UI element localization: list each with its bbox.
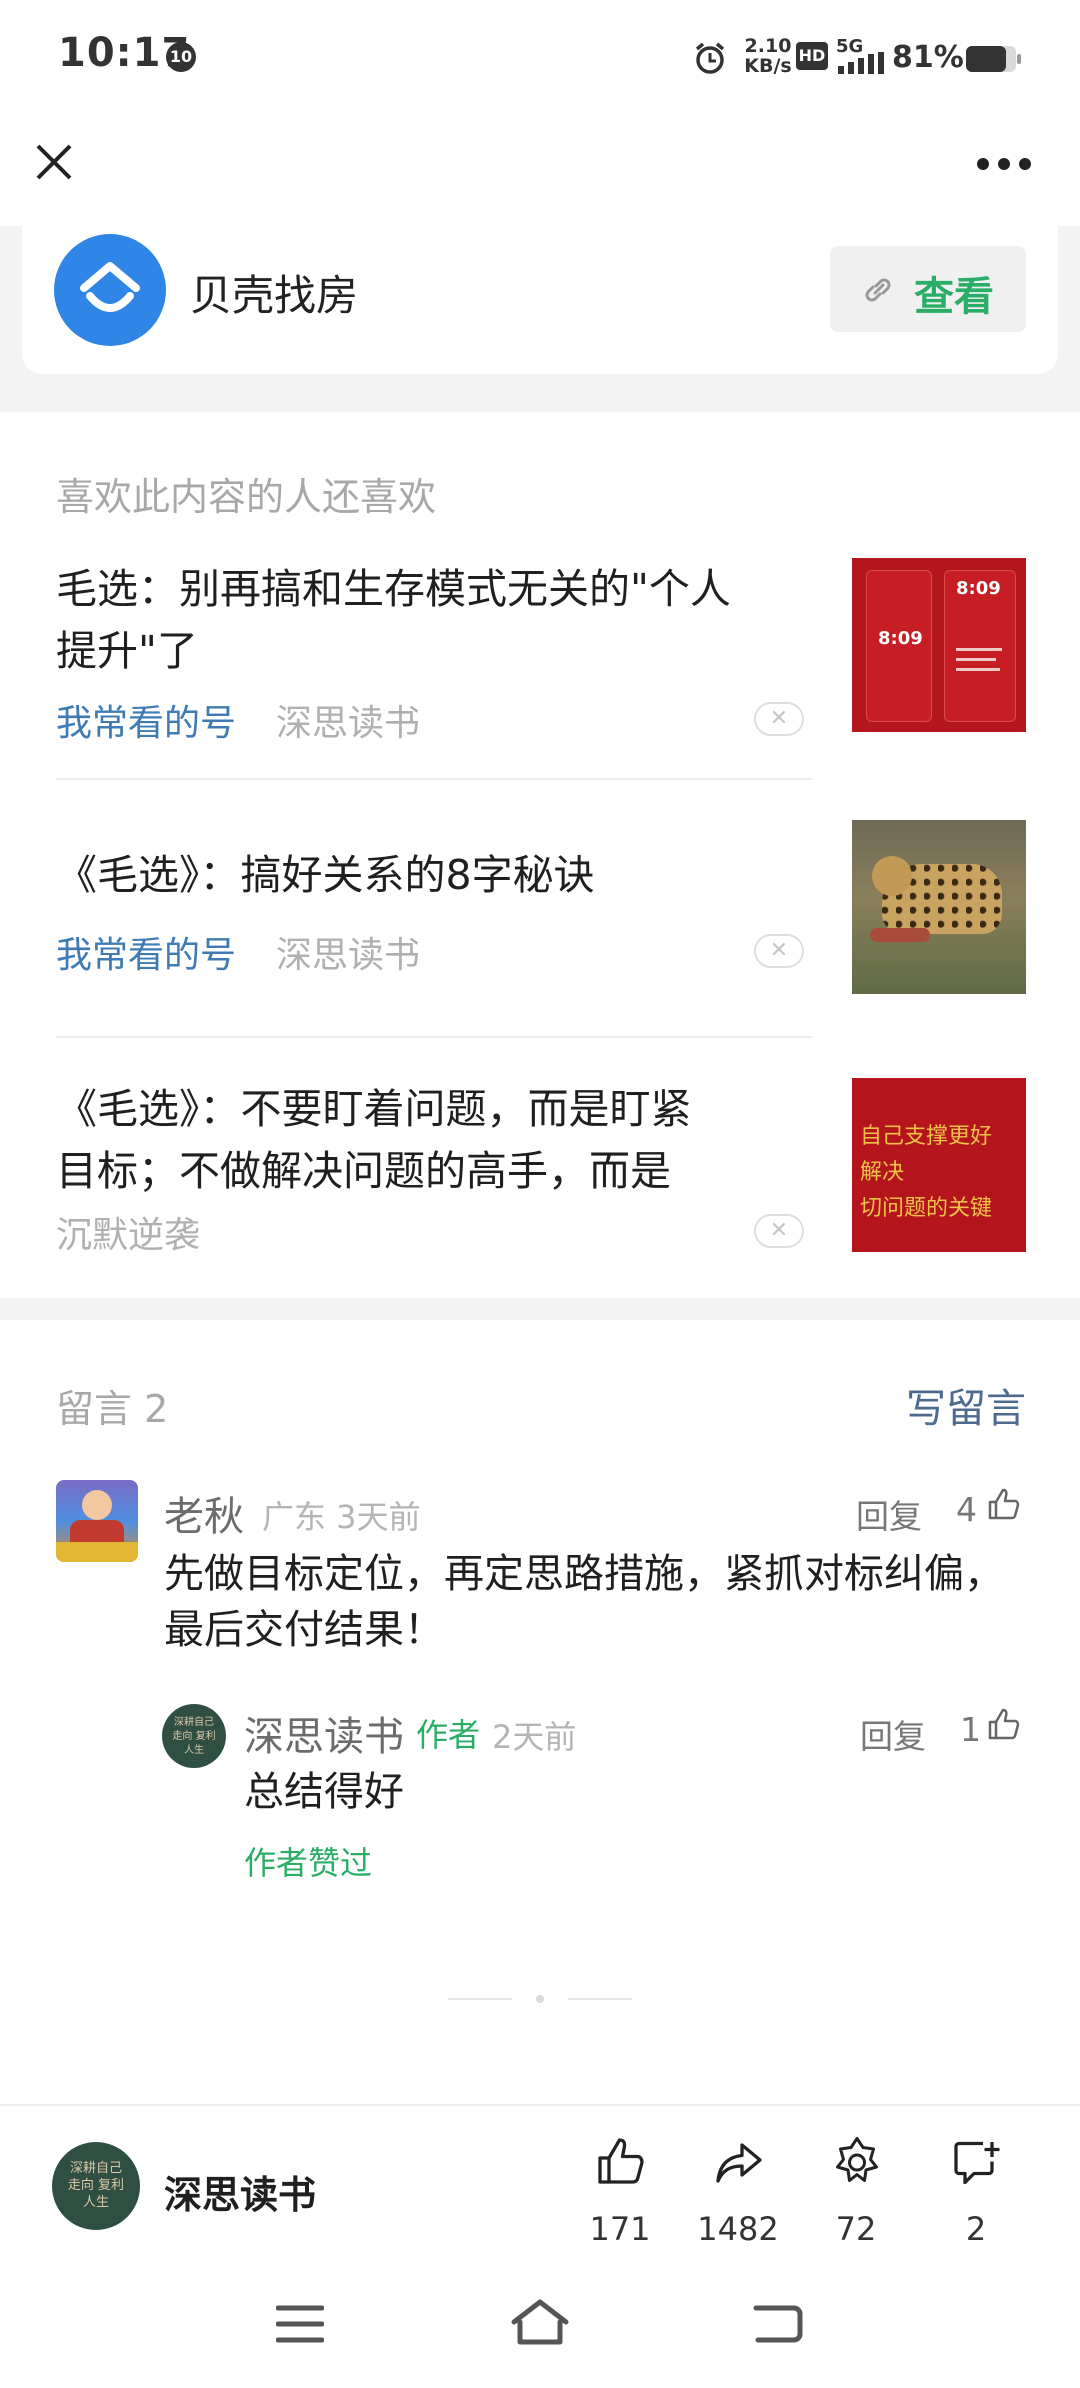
comment-text: 先做目标定位，再定思路措施，紧抓对标纠偏，: [164, 1551, 1004, 1597]
wow-count: 72: [835, 2210, 877, 2248]
battery-icon: [966, 46, 1022, 76]
reply-meta: 2天前: [492, 1718, 577, 1756]
thumb-up-icon: [986, 1706, 1022, 1746]
article-title: 目标；不做解决问题的高手，而是: [56, 1147, 671, 1195]
comment-button[interactable]: 2: [916, 2126, 1036, 2256]
recommended-article[interactable]: 《毛选》：不要盯着问题，而是盯紧 目标；不做解决问题的高手，而是 沉默逆袭 ✕ …: [56, 1078, 1026, 1256]
article-thumbnail: 自己支撑更好 解决 切问题的关键: [852, 1078, 1026, 1252]
share-button[interactable]: 1482: [678, 2126, 798, 2256]
write-comment-button[interactable]: 写留言: [906, 1376, 1026, 1434]
share-icon: [712, 2136, 766, 2194]
recommendations-title: 喜欢此内容的人还喜欢: [56, 475, 437, 519]
comment-text: 最后交付结果！: [164, 1607, 444, 1653]
dismiss-button[interactable]: ✕: [754, 934, 804, 968]
article-source: 深思读书: [276, 703, 421, 744]
mini-program-card[interactable]: 贝壳找房 查看: [22, 226, 1058, 374]
view-label: 查看: [914, 274, 994, 320]
battery-percent: 81%: [892, 40, 964, 75]
top-nav-bar: [0, 110, 1080, 226]
reply-author-name: 深思读书: [244, 1714, 404, 1760]
comment-meta: 广东 3天前: [262, 1498, 421, 1536]
comment-count: 2: [965, 2210, 987, 2248]
close-icon[interactable]: [32, 140, 76, 184]
wow-button[interactable]: 72: [796, 2126, 916, 2256]
more-icon[interactable]: [976, 156, 1032, 175]
notification-badge-icon: 10: [166, 42, 196, 72]
share-count: 1482: [697, 2210, 779, 2248]
view-button[interactable]: 查看: [830, 246, 1026, 332]
end-of-list-indicator: [448, 1994, 632, 2004]
dismiss-button[interactable]: ✕: [754, 702, 804, 736]
divider: [56, 778, 812, 780]
beike-logo-icon: [54, 234, 166, 346]
frequent-account-tag: 我常看的号: [56, 935, 237, 976]
article-title: 《毛选》：搞好关系的8字秘诀: [56, 851, 595, 899]
alarm-icon: [692, 40, 728, 80]
dismiss-button[interactable]: ✕: [754, 1214, 804, 1248]
article-thumbnail: [852, 820, 1026, 994]
comments-header: 留言 2: [56, 1387, 169, 1431]
recommended-article[interactable]: 毛选：别再搞和生存模式无关的"个人 提升"了 我常看的号 深思读书 ✕ 8:09…: [56, 558, 1026, 754]
add-comment-icon: [950, 2136, 1004, 2194]
like-count: 171: [589, 2210, 651, 2248]
wow-icon: [830, 2134, 884, 2192]
article-source: 深思读书: [276, 935, 421, 976]
account-name[interactable]: 深思读书: [164, 2164, 316, 2219]
commenter-avatar[interactable]: [56, 1480, 138, 1562]
thumb-up-icon: [594, 2134, 648, 2192]
article-title: 毛选：别再搞和生存模式无关的"个人: [56, 565, 731, 613]
article-title: 《毛选》：不要盯着问题，而是盯紧: [56, 1085, 692, 1133]
status-bar: 10:17 10 2.10 KB/s HD 5G 81%: [0, 0, 1080, 110]
hd-icon: HD: [796, 42, 828, 70]
recommendations-section: 喜欢此内容的人还喜欢 毛选：别再搞和生存模式无关的"个人 提升"了 我常看的号 …: [0, 412, 1080, 1298]
menu-icon[interactable]: [275, 2304, 325, 2348]
home-icon[interactable]: [510, 2298, 570, 2350]
net-speed: 2.10 KB/s: [744, 35, 792, 77]
thumb-up-icon: [986, 1486, 1022, 1526]
recommended-article[interactable]: 《毛选》：搞好关系的8字秘诀 我常看的号 深思读书 ✕: [56, 820, 1026, 996]
system-navigation-bar: [0, 2268, 1080, 2388]
section-separator: [0, 1298, 1080, 1320]
reply-button[interactable]: 回复: [856, 1490, 922, 1538]
commenter-name: 老秋: [164, 1494, 244, 1540]
comment-like-button[interactable]: 4: [956, 1486, 1026, 1530]
like-button[interactable]: 171: [560, 2126, 680, 2256]
comments-section: 留言 2 写留言 老秋 广东 3天前 回复 4 先做目标定位，再定思路措施，紧抓…: [0, 1320, 1080, 2100]
article-source: 沉默逆袭: [56, 1215, 201, 1256]
link-icon: [860, 272, 896, 312]
article-thumbnail: 8:09 8:09: [852, 558, 1026, 732]
divider: [56, 1036, 812, 1038]
article-title: 提升"了: [56, 627, 198, 675]
author-badge: 作者: [416, 1716, 481, 1754]
back-icon[interactable]: [752, 2302, 804, 2350]
reply-like-button[interactable]: 1: [960, 1706, 1030, 1750]
liked-by-author-label: 作者赞过: [244, 1844, 373, 1882]
bottom-action-bar: 深耕自己 走向 复利人生 深思读书 171 1482 72 2: [0, 2104, 1080, 2270]
reply-text: 总结得好: [244, 1769, 404, 1815]
reply-button[interactable]: 回复: [860, 1710, 926, 1758]
frequent-account-tag: 我常看的号: [56, 703, 237, 744]
mini-program-name: 贝壳找房: [190, 271, 359, 320]
account-avatar[interactable]: 深耕自己 走向 复利人生: [52, 2142, 140, 2230]
signal-icon: [838, 52, 884, 78]
author-avatar[interactable]: 深耕自己 走向 复利人生: [162, 1704, 226, 1768]
